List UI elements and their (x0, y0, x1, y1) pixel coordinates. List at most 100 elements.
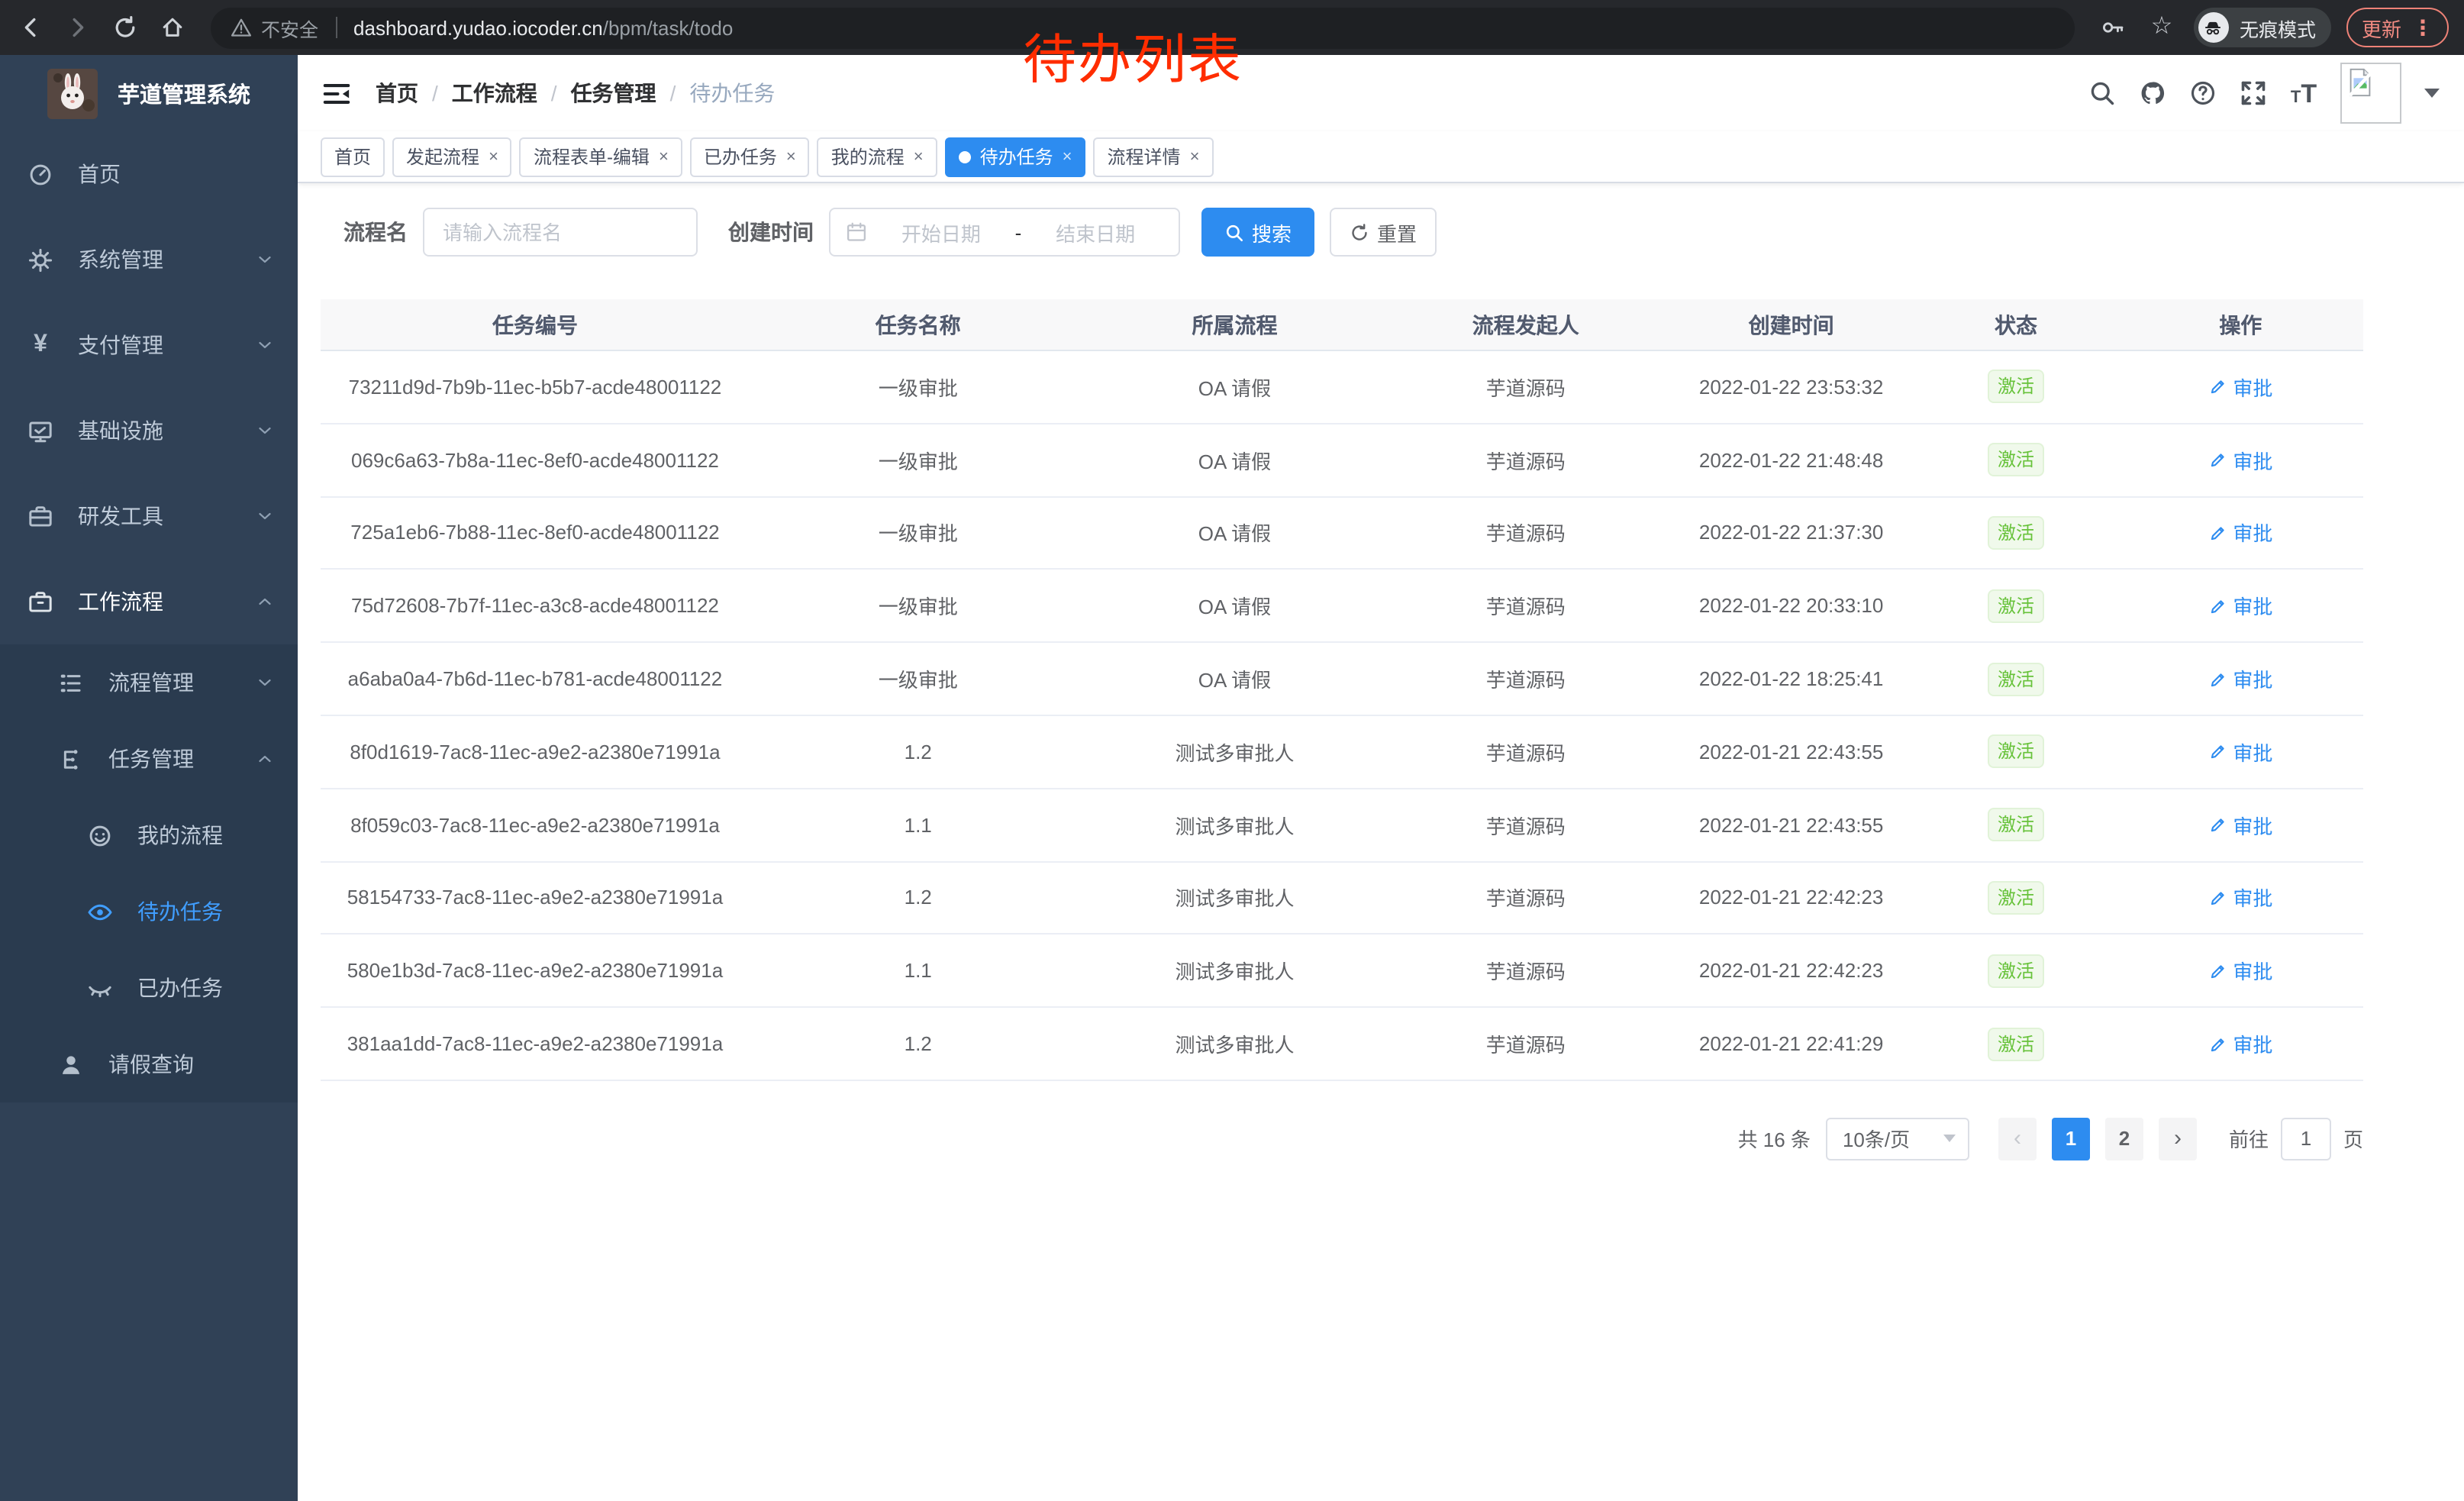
tab-start-process[interactable]: 发起流程× (392, 137, 512, 176)
page-size-select[interactable]: 10条/页 (1826, 1118, 1969, 1160)
close-icon[interactable]: × (914, 147, 924, 166)
chevron-down-icon (255, 335, 275, 355)
breadcrumb-item[interactable]: 任务管理 (571, 78, 656, 108)
status-badge: 激活 (1988, 735, 2043, 769)
approve-link[interactable]: 审批 (2208, 518, 2272, 547)
reload-icon[interactable] (108, 11, 142, 44)
sidebar-item-leave-query[interactable]: 请假查询 (0, 1026, 298, 1102)
status-badge: 激活 (1988, 443, 2043, 476)
cell-task-id: 069c6a63-7b8a-11ec-8ef0-acde48001122 (321, 448, 750, 471)
caret-down-icon[interactable] (2424, 89, 2440, 98)
sidebar-item-infrastructure[interactable]: 基础设施 (0, 388, 298, 473)
avatar[interactable] (2340, 63, 2401, 124)
browser-update-button[interactable]: 更新 ⋮ (2346, 8, 2449, 47)
forward-icon[interactable] (61, 11, 95, 44)
sidebar-item-dev-tools[interactable]: 研发工具 (0, 473, 298, 559)
cell-task-name: 1.2 (750, 741, 1087, 763)
pen-icon (2208, 1035, 2227, 1053)
incognito-badge: 无痕模式 (2194, 8, 2331, 47)
back-icon[interactable] (14, 11, 47, 44)
pen-icon (2208, 962, 2227, 980)
sidebar-item-task-mgmt[interactable]: 任务管理 (0, 721, 298, 797)
reset-button[interactable]: 重置 (1330, 208, 1437, 257)
close-icon[interactable]: × (1190, 147, 1200, 166)
tab-process-form-edit[interactable]: 流程表单-编辑× (520, 137, 682, 176)
cell-starter: 芋道源码 (1382, 883, 1669, 912)
browser-toolbar: 不安全 dashboard.yudao.iocoder.cn/bpm/task/… (0, 0, 2464, 55)
fullscreen-icon[interactable] (2240, 79, 2267, 107)
pen-icon (2208, 378, 2227, 396)
question-icon[interactable] (2189, 79, 2217, 107)
github-icon[interactable] (2139, 79, 2166, 107)
security-chip[interactable]: 不安全 (261, 13, 318, 42)
pen-icon (2208, 815, 2227, 834)
sidebar-item-process-mgmt[interactable]: 流程管理 (0, 644, 298, 721)
column-header-3: 流程发起人 (1382, 309, 1669, 340)
close-icon[interactable]: × (489, 147, 498, 166)
close-icon[interactable]: × (786, 147, 796, 166)
process-name-input[interactable] (423, 208, 698, 257)
sidebar-item-system-mgmt[interactable]: 系统管理 (0, 217, 298, 302)
approve-link[interactable]: 审批 (2208, 373, 2272, 402)
approve-link[interactable]: 审批 (2208, 738, 2272, 767)
approve-link[interactable]: 审批 (2208, 445, 2272, 474)
app-title: 芋道管理系统 (118, 77, 250, 109)
active-dot (959, 150, 971, 163)
tab-done-tasks[interactable]: 已办任务× (690, 137, 810, 176)
breadcrumb-separator: / (432, 81, 438, 105)
pen-icon (2208, 889, 2227, 907)
cell-task-name: 一级审批 (750, 373, 1087, 402)
approve-link[interactable]: 审批 (2208, 664, 2272, 693)
approve-link[interactable]: 审批 (2208, 883, 2272, 912)
chevron-down-icon (255, 250, 275, 270)
start-date-placeholder[interactable]: 开始日期 (873, 218, 1009, 247)
star-icon[interactable]: ☆ (2145, 11, 2179, 44)
app-logo[interactable]: 芋道管理系统 (0, 55, 298, 131)
address-bar[interactable]: 不安全 dashboard.yudao.iocoder.cn/bpm/task/… (211, 7, 2075, 48)
approve-link[interactable]: 审批 (2208, 957, 2272, 986)
approve-link[interactable]: 审批 (2208, 592, 2272, 621)
tab-process-detail[interactable]: 流程详情× (1094, 137, 1214, 176)
goto-page-input[interactable] (2281, 1118, 2331, 1160)
font-size-icon[interactable]: TT (2290, 79, 2317, 107)
tab-home[interactable]: 首页 (321, 137, 385, 176)
end-date-placeholder[interactable]: 结束日期 (1027, 218, 1163, 247)
dots-vertical-icon[interactable]: ⋮ (2412, 17, 2433, 38)
prev-page-button[interactable]: ‹ (1998, 1118, 2037, 1160)
sidebar-item-done-tasks[interactable]: 已办任务 (0, 950, 298, 1026)
sidebar-item-home[interactable]: 首页 (0, 131, 298, 217)
cell-task-id: 73211d9d-7b9b-11ec-b5b7-acde48001122 (321, 376, 750, 399)
key-icon[interactable] (2096, 11, 2130, 44)
approve-link[interactable]: 审批 (2208, 1029, 2272, 1058)
chevron-down-icon (255, 421, 275, 441)
pen-icon (2208, 524, 2227, 542)
column-header-2: 所属流程 (1086, 309, 1382, 340)
cell-process: OA 请假 (1086, 592, 1382, 621)
close-icon[interactable]: × (1063, 147, 1072, 166)
page-button-2[interactable]: 2 (2105, 1118, 2143, 1160)
sidebar-item-my-process[interactable]: 我的流程 (0, 797, 298, 873)
breadcrumb-item[interactable]: 工作流程 (452, 78, 537, 108)
sidebar-item-todo-tasks[interactable]: 待办任务 (0, 873, 298, 950)
sidebar-item-workflow[interactable]: 工作流程 (0, 559, 298, 644)
tab-todo-tasks[interactable]: 待办任务× (945, 137, 1086, 176)
next-page-button[interactable]: › (2159, 1118, 2197, 1160)
create-time-label: 创建时间 (728, 217, 814, 247)
hamburger-icon[interactable] (322, 79, 351, 108)
chevron-down-icon (255, 673, 275, 692)
cell-task-id: 8f0d1619-7ac8-11ec-a9e2-a2380e71991a (321, 741, 750, 763)
tab-my-process[interactable]: 我的流程× (818, 137, 937, 176)
search-button[interactable]: 搜索 (1201, 208, 1314, 257)
broken-image-icon (2345, 67, 2375, 98)
date-range-picker[interactable]: 开始日期 - 结束日期 (829, 208, 1180, 257)
page-button-1[interactable]: 1 (2052, 1118, 2090, 1160)
close-icon[interactable]: × (659, 147, 669, 166)
cell-task-name: 一级审批 (750, 664, 1087, 693)
breadcrumb-item[interactable]: 首页 (376, 78, 418, 108)
home-icon[interactable] (156, 11, 189, 44)
search-icon[interactable] (2088, 79, 2116, 107)
cell-process: OA 请假 (1086, 445, 1382, 474)
column-header-6: 操作 (2118, 309, 2363, 340)
approve-link[interactable]: 审批 (2208, 810, 2272, 839)
sidebar-item-payment-mgmt[interactable]: ¥支付管理 (0, 302, 298, 388)
